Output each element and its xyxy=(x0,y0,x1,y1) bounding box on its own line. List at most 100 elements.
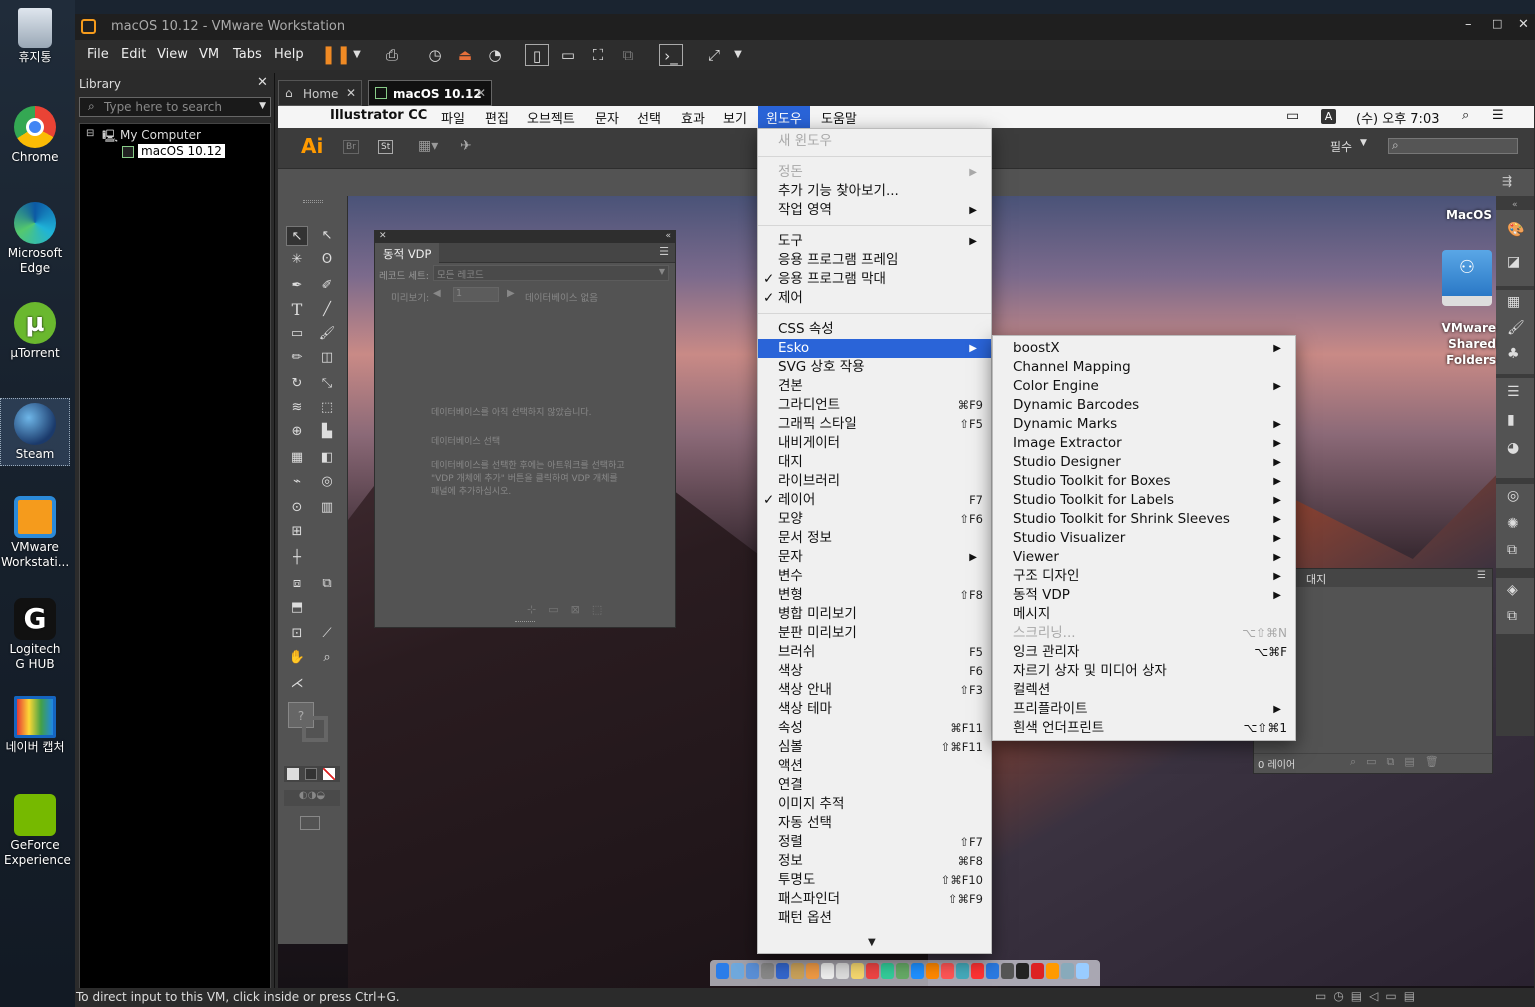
minimize-button[interactable]: – xyxy=(1465,17,1472,32)
stock-button[interactable]: St xyxy=(378,140,394,154)
window-menu-item[interactable]: 병합 미리보기 xyxy=(758,605,991,624)
type-tool-icon[interactable]: T xyxy=(286,300,308,320)
menu-edit[interactable]: Edit xyxy=(121,47,146,62)
window-menu-item[interactable]: 패턴 옵션 xyxy=(758,909,991,928)
window-menu-item[interactable]: 문자 ▶ xyxy=(758,548,991,567)
window-menu-item[interactable]: 색상 테마 xyxy=(758,700,991,719)
dock-app-icon[interactable] xyxy=(821,963,834,979)
chevron-down-icon[interactable]: ▼ xyxy=(345,44,369,66)
panel-menu-icon[interactable]: ☰ xyxy=(659,245,669,258)
desktop-label-shared-folders[interactable]: VMware Shared Folders xyxy=(1418,320,1496,368)
artboards-icon[interactable]: ⧉ xyxy=(1507,542,1517,558)
revert-snapshot-icon[interactable]: ⏏ xyxy=(453,44,477,66)
shape-builder-tool-icon[interactable]: ⊕ xyxy=(286,422,308,442)
notification-center-icon[interactable]: ☰ xyxy=(1492,108,1504,123)
window-menu-item[interactable]: 색상 F6 xyxy=(758,662,991,681)
window-menu-item[interactable]: 브러쉬 F5 xyxy=(758,643,991,662)
artboards-panel-icon[interactable]: ⧉ xyxy=(1507,608,1517,624)
stretch-icon[interactable]: ⤢ xyxy=(702,44,726,66)
esko-menu-item[interactable]: 자르기 상자 및 미디어 상자 xyxy=(993,662,1295,681)
esko-menu-item[interactable]: Color Engine ▶ xyxy=(993,377,1295,396)
zoom-tool-icon[interactable]: ⌕ xyxy=(316,648,338,668)
esko-menu-item[interactable]: 흰색 언더프린트 ⌥⇧⌘1 xyxy=(993,719,1295,738)
library-search-input[interactable]: ⌕ Type here to search ▼ xyxy=(79,97,271,117)
vdp-footer-icons[interactable]: ⊹▭⊠⬚ xyxy=(527,603,614,616)
graphic-styles-icon[interactable]: ✺ xyxy=(1507,516,1519,532)
menu-edit-ko[interactable]: 편집 xyxy=(485,108,509,127)
library-toggle-icon[interactable]: ▯ xyxy=(525,44,549,66)
paintbrush-tool-icon[interactable]: 🖌 xyxy=(316,324,338,344)
dock-app-icon[interactable] xyxy=(866,963,879,979)
dock-app-icon[interactable] xyxy=(851,963,864,979)
guest-screen[interactable]: Illustrator CC 파일 편집 오브젝트 문자 선택 효과 보기 윈도… xyxy=(278,106,1534,988)
dock-app-icon[interactable] xyxy=(791,963,804,979)
window-menu-item[interactable]: 그래픽 스타일 ⇧F5 xyxy=(758,415,991,434)
color-theme-icon[interactable]: ◪ xyxy=(1507,254,1520,270)
window-menu-item[interactable]: 작업 영역 ▶ xyxy=(758,201,991,220)
thumbnail-bar-icon[interactable]: ▭ xyxy=(556,44,580,66)
menu-file-ko[interactable]: 파일 xyxy=(441,108,465,127)
dock-app-icon[interactable] xyxy=(716,963,729,979)
gradient-tool-icon[interactable]: ◧ xyxy=(316,448,338,468)
tab-home[interactable]: ⌂ Home ✕ xyxy=(278,80,362,106)
desktop-icon-geforce[interactable]: GeForce Experience xyxy=(0,794,71,868)
menu-view[interactable]: View xyxy=(157,47,188,62)
esko-tool-icon[interactable]: ⧉ xyxy=(316,574,338,594)
menu-view-ko[interactable]: 보기 xyxy=(723,108,747,127)
desktop-icon-recycle-bin[interactable]: 휴지통 xyxy=(0,8,70,65)
window-menu-item[interactable]: 도구 ▶ xyxy=(758,232,991,251)
dock-app-icon[interactable] xyxy=(896,963,909,979)
esko-menu-item[interactable]: 동적 VDP ▶ xyxy=(993,586,1295,605)
artboard-tool-icon[interactable]: ⊡ xyxy=(286,624,308,644)
window-menu-item[interactable]: 추가 기능 찾아보기... xyxy=(758,182,991,201)
brushes-icon[interactable]: 🖌 xyxy=(1507,320,1525,336)
unity-icon[interactable]: ⧉ xyxy=(616,44,640,66)
device-icons[interactable]: ▭◷▤◁▭▤ xyxy=(1315,989,1422,1003)
window-menu-item[interactable]: 그라디언트 ⌘F9 xyxy=(758,396,991,415)
esko-menu-item[interactable]: Studio Designer ▶ xyxy=(993,453,1295,472)
menu-select-ko[interactable]: 선택 xyxy=(637,108,661,127)
selection-tool-icon[interactable]: ↖ xyxy=(286,226,308,246)
direct-selection-tool-icon[interactable]: ↖ xyxy=(316,226,338,246)
esko-menu-item[interactable]: Studio Toolkit for Boxes ▶ xyxy=(993,472,1295,491)
dock-app-icon[interactable] xyxy=(761,963,774,979)
dock-app-icon[interactable] xyxy=(941,963,954,979)
gpu-performance-icon[interactable]: ✈ xyxy=(460,138,472,154)
snapshot-manager-icon[interactable]: ◔ xyxy=(483,44,507,66)
window-menu-item[interactable]: 문서 정보 xyxy=(758,529,991,548)
window-menu-item[interactable]: 이미지 추적 xyxy=(758,795,991,814)
menu-effect-ko[interactable]: 효과 xyxy=(681,108,705,127)
tree-vm-item[interactable]: macOS 10.12 xyxy=(138,144,225,158)
display-icon[interactable]: ▭ xyxy=(1286,108,1299,124)
window-menu-item[interactable]: 심볼 ⇧⌘F11 xyxy=(758,738,991,757)
arrange-documents-icon[interactable]: ▦▾ xyxy=(418,138,438,154)
lasso-tool-icon[interactable]: ʘ xyxy=(316,250,338,270)
window-menu-item[interactable]: 정렬 ⇧F7 xyxy=(758,833,991,852)
dock-app-icon[interactable] xyxy=(776,963,789,979)
desktop-icon-edge[interactable]: Microsoft Edge xyxy=(0,202,70,276)
preview-record-input[interactable]: 1 xyxy=(453,287,499,302)
desktop-icon-steam[interactable]: Steam xyxy=(0,398,70,466)
next-record-icon[interactable]: ▶ xyxy=(507,288,515,299)
draw-modes[interactable]: ◐◑◒ xyxy=(284,790,340,806)
shared-folder-icon[interactable]: ⚇ xyxy=(1442,250,1492,306)
dock-app-icon[interactable] xyxy=(926,963,939,979)
window-menu-item[interactable]: 속성 ⌘F11 xyxy=(758,719,991,738)
artboard-tool-icon[interactable]: ⊞ xyxy=(286,522,308,542)
menu-type-ko[interactable]: 문자 xyxy=(595,108,619,127)
tab-artboards[interactable]: 대지 xyxy=(1298,569,1335,587)
esko-menu-item[interactable]: 메시지 xyxy=(993,605,1295,624)
gradient-icon[interactable] xyxy=(305,768,317,780)
pencil-tool-icon[interactable]: ✏ xyxy=(286,348,308,368)
workspace-switcher[interactable]: 필수 xyxy=(1330,138,1352,155)
layers-icon[interactable]: ◈ xyxy=(1507,582,1518,598)
color-icon[interactable] xyxy=(287,768,299,780)
dock-app-icon[interactable] xyxy=(1076,963,1089,979)
appearance-icon[interactable]: ◎ xyxy=(1507,488,1519,504)
stroke-icon[interactable]: ☰ xyxy=(1507,384,1520,400)
window-menu-item[interactable]: ✓ 제어 xyxy=(758,289,991,308)
desktop-icon-logitech[interactable]: G Logitech G HUB xyxy=(0,598,70,672)
desktop-icon-chrome[interactable]: Chrome xyxy=(0,106,70,165)
window-menu-item[interactable]: 분판 미리보기 xyxy=(758,624,991,643)
dock-app-icon[interactable] xyxy=(881,963,894,979)
